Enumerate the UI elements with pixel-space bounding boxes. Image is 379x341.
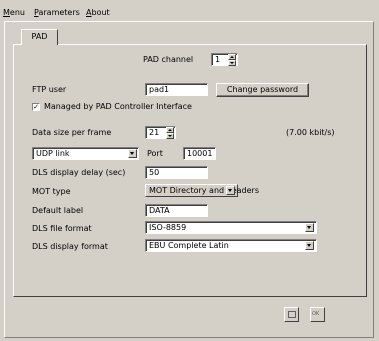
dls-delay-label: DLS display delay (sec) [32, 168, 126, 177]
dls-delay-value: 50 [149, 168, 160, 177]
tab-pad-label: PAD [31, 32, 48, 41]
default-label-value: DATA [149, 206, 170, 215]
apply-button[interactable] [284, 307, 299, 322]
dls-file-format-value: ISO-8859 [149, 223, 187, 232]
change-password-label: Change password [226, 85, 299, 94]
rate-text: (7.00 kbit/s) [286, 128, 335, 137]
dls-display-format-select[interactable]: EBU Complete Latin [145, 239, 317, 252]
menu-menu-label: enu [9, 8, 25, 17]
menu-parameters[interactable]: Parameters [34, 8, 80, 18]
mot-type-value: MOT Directory and headers [149, 186, 259, 195]
dls-display-format-label: DLS display format [32, 242, 108, 251]
dls-display-format-dropdown-icon[interactable] [305, 241, 314, 250]
default-label-input[interactable]: DATA [145, 204, 208, 217]
port-input[interactable]: 10001 [183, 147, 216, 160]
link-type-select[interactable]: UDP link [32, 147, 139, 160]
mot-type-dropdown-icon[interactable] [226, 186, 235, 195]
dls-file-format-select[interactable]: ISO-8859 [145, 221, 317, 234]
menu-parameters-label: arameters [38, 8, 80, 17]
ftp-user-input[interactable]: pad1 [145, 83, 208, 96]
link-type-value: UDP link [36, 149, 70, 158]
menu-about[interactable]: About [86, 8, 110, 18]
menu-bar: Menu Parameters About [0, 0, 379, 20]
link-type-dropdown-icon[interactable] [128, 149, 137, 158]
data-size-value: 21 [149, 128, 160, 137]
change-password-button[interactable]: Change password [216, 83, 309, 97]
dls-delay-input[interactable]: 50 [145, 166, 208, 179]
mot-type-select[interactable]: MOT Directory and headers [145, 184, 259, 197]
port-label: Port [147, 149, 163, 158]
dls-display-format-value: EBU Complete Latin [149, 241, 229, 250]
port-value: 10001 [187, 149, 213, 158]
window-icon [288, 311, 296, 318]
data-size-label: Data size per frame [32, 128, 112, 137]
ok-icon: OK [312, 311, 320, 317]
managed-checkbox[interactable]: ✓ [32, 103, 40, 111]
pad-channel-label: PAD channel [143, 55, 194, 64]
ftp-user-label: FTP user [32, 85, 67, 94]
mot-type-label: MOT type [32, 187, 71, 196]
managed-checkbox-label: Managed by PAD Controller Interface [44, 102, 192, 111]
menu-menu[interactable]: Menu [3, 8, 25, 18]
pad-channel-down-arrow-icon[interactable] [228, 60, 236, 66]
tab-pad[interactable]: PAD [21, 29, 58, 45]
dls-file-format-label: DLS file format [32, 224, 92, 233]
checkmark-icon: ✓ [33, 103, 39, 111]
ftp-user-value: pad1 [149, 85, 170, 94]
menu-menu-mnemonic: M [3, 8, 10, 17]
default-label-label: Default label [32, 206, 84, 215]
menu-about-label: bout [91, 8, 110, 17]
dls-file-format-dropdown-icon[interactable] [305, 223, 314, 232]
ok-button[interactable]: OK [310, 307, 325, 322]
data-size-down-arrow-icon[interactable] [166, 133, 174, 139]
pad-channel-value: 1 [215, 55, 221, 64]
